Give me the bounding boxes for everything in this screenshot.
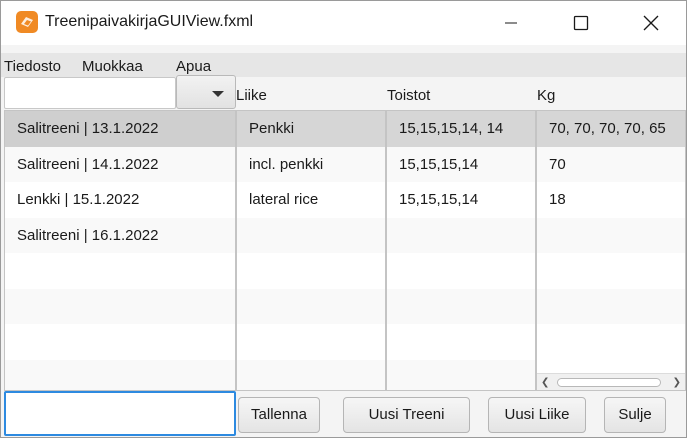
menu-tiedosto[interactable]: Tiedosto xyxy=(4,58,61,75)
menu-apua[interactable]: Apua xyxy=(176,58,211,75)
liike-item[interactable]: Penkki xyxy=(237,111,385,147)
kg-list[interactable]: 70, 70, 70, 70, 65 70 18 ❮ ❯ xyxy=(536,110,686,391)
session-item[interactable]: Salitreeni | 14.1.2022 xyxy=(5,146,235,182)
header-kg: Kg xyxy=(537,87,556,104)
empty-row xyxy=(537,253,685,289)
horizontal-scrollbar[interactable]: ❮ ❯ xyxy=(537,373,685,390)
tallenna-button[interactable]: Tallenna xyxy=(238,397,320,433)
app-icon xyxy=(16,11,38,33)
header-toistot: Toistot xyxy=(387,87,431,104)
empty-row xyxy=(237,324,385,360)
liike-item[interactable]: lateral rice xyxy=(237,182,385,218)
empty-row xyxy=(387,324,535,360)
kg-item[interactable]: 70, 70, 70, 70, 65 xyxy=(537,111,685,147)
empty-row xyxy=(237,359,385,390)
maximize-button[interactable] xyxy=(558,1,604,45)
scrollbar-thumb[interactable] xyxy=(557,378,661,387)
toistot-item[interactable]: 15,15,15,14, 14 xyxy=(387,111,535,147)
header-liike: Liike xyxy=(236,87,267,104)
kg-item[interactable]: 70 xyxy=(537,146,685,182)
toistot-list[interactable]: 15,15,15,14, 14 15,15,15,14 15,15,15,14 xyxy=(386,110,536,391)
toistot-item[interactable]: 15,15,15,14 xyxy=(387,146,535,182)
text-input[interactable] xyxy=(4,391,236,436)
minimize-icon xyxy=(505,22,517,24)
window-title: TreenipaivakirjaGUIView.fxml xyxy=(45,13,254,30)
empty-row xyxy=(237,253,385,289)
empty-row xyxy=(537,288,685,324)
close-button[interactable] xyxy=(628,1,674,45)
empty-row xyxy=(387,359,535,390)
search-input[interactable] xyxy=(4,77,176,109)
kg-item[interactable]: 18 xyxy=(537,182,685,218)
dropdown-arrow-icon xyxy=(212,91,224,97)
app-window: TreenipaivakirjaGUIView.fxml Tiedosto Mu… xyxy=(0,0,687,438)
empty-row xyxy=(5,253,235,289)
menu-bar: Tiedosto Muokkaa Apua xyxy=(1,53,686,77)
session-item[interactable]: Salitreeni | 13.1.2022 xyxy=(5,111,235,147)
title-bar: TreenipaivakirjaGUIView.fxml xyxy=(1,1,686,45)
scroll-right-icon[interactable]: ❯ xyxy=(673,377,681,388)
session-item[interactable]: Lenkki | 15.1.2022 xyxy=(5,182,235,218)
scroll-left-icon[interactable]: ❮ xyxy=(541,377,549,388)
menu-muokkaa[interactable]: Muokkaa xyxy=(82,58,143,75)
uusi-liike-button[interactable]: Uusi Liike xyxy=(488,397,586,433)
close-icon xyxy=(643,15,659,31)
minimize-button[interactable] xyxy=(488,1,534,45)
empty-row xyxy=(237,288,385,324)
maximize-icon xyxy=(573,15,589,31)
search-combo-box[interactable] xyxy=(176,75,236,109)
empty-row xyxy=(387,253,535,289)
empty-row xyxy=(387,217,535,253)
toistot-item[interactable]: 15,15,15,14 xyxy=(387,182,535,218)
empty-row xyxy=(387,288,535,324)
liike-item[interactable]: incl. penkki xyxy=(237,146,385,182)
empty-row xyxy=(537,324,685,360)
empty-row xyxy=(5,324,235,360)
empty-row xyxy=(237,217,385,253)
uusi-treeni-button[interactable]: Uusi Treeni xyxy=(343,397,470,433)
session-item[interactable]: Salitreeni | 16.1.2022 xyxy=(5,217,235,253)
empty-row xyxy=(5,288,235,324)
sulje-button[interactable]: Sulje xyxy=(604,397,666,433)
empty-row xyxy=(5,359,235,390)
session-list[interactable]: Salitreeni | 13.1.2022 Salitreeni | 14.1… xyxy=(4,110,236,391)
empty-row xyxy=(537,217,685,253)
liike-list[interactable]: Penkki incl. penkki lateral rice xyxy=(236,110,386,391)
